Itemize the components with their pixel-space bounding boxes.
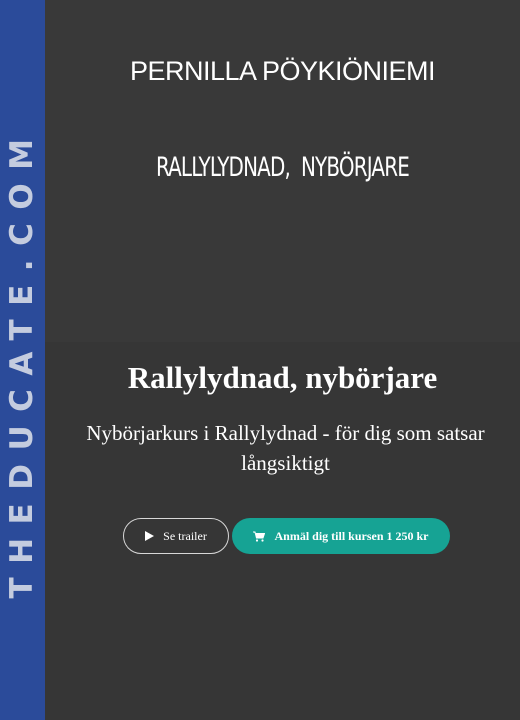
watermark-text: THEDUCATE.COM <box>4 125 40 599</box>
author-name: PERNILLA PÖYKIÖNIEMI <box>129 56 436 86</box>
cart-icon <box>253 531 266 542</box>
main-panel: PERNILLA PÖYKIÖNIEMI RALLYLYDNAD, NYBÖRJ… <box>45 0 520 720</box>
trailer-button[interactable]: Se trailer <box>123 518 229 554</box>
course-title-caps: RALLYLYDNAD, NYBÖRJARE <box>156 152 410 183</box>
course-title: Rallylydnad, nybörjare <box>127 360 438 395</box>
trailer-button-label: Se trailer <box>163 528 207 543</box>
enroll-button-label: Anmäl dig till kursen 1 250 kr <box>274 528 429 543</box>
hero-section: Rallylydnad, nybörjare Nybörjarkurs i Ra… <box>45 342 520 720</box>
course-subtitle: Nybörjarkurs i Rallylydnad - för dig som… <box>86 421 485 475</box>
enroll-button[interactable]: Anmäl dig till kursen 1 250 kr <box>232 518 450 554</box>
play-icon <box>145 531 155 541</box>
watermark-strip: THEDUCATE.COM <box>0 0 45 720</box>
